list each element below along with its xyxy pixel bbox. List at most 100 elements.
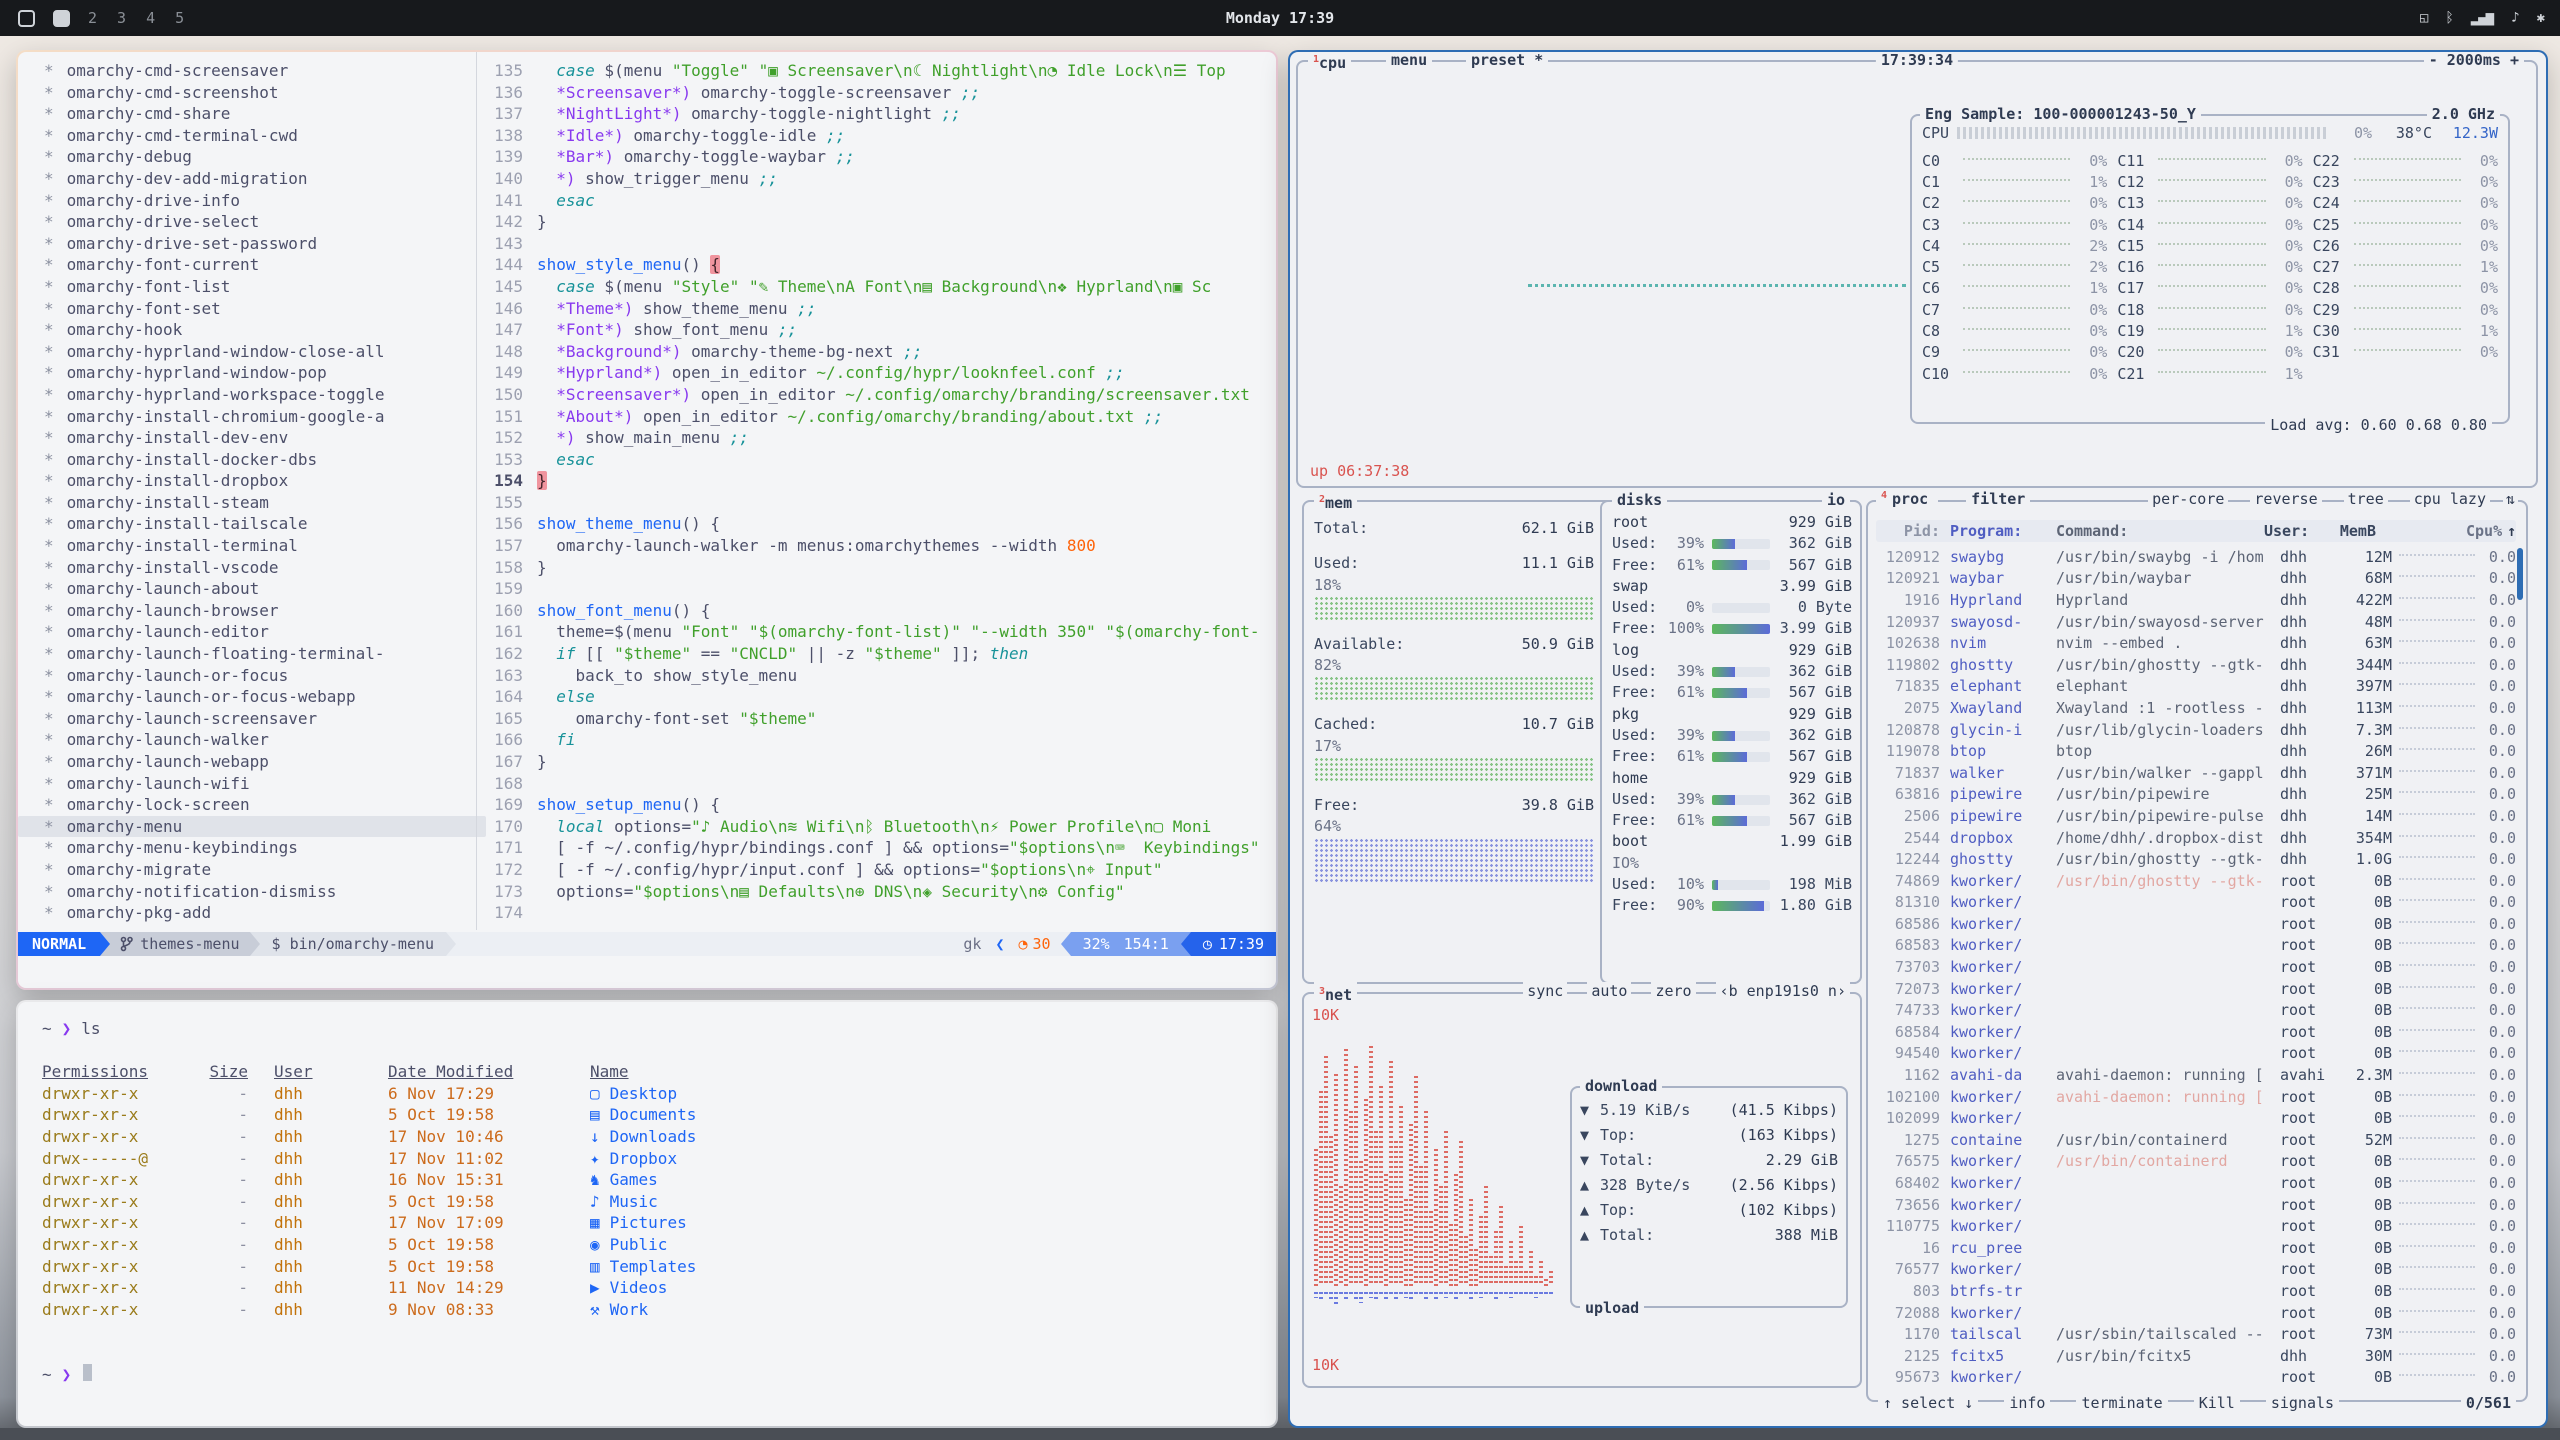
file-list-item[interactable]: *omarchy-migrate — [44, 859, 494, 881]
io-toggle[interactable]: io — [1822, 490, 1850, 510]
file-list-item[interactable]: *omarchy-cmd-share — [44, 103, 494, 125]
process-row[interactable]: 803btrfs-trroot0B0.0 — [1876, 1280, 2516, 1302]
file-list-item[interactable]: *omarchy-drive-info — [44, 190, 494, 212]
file-list-item[interactable]: *omarchy-dev-add-migration — [44, 168, 494, 190]
proc-option-per-core[interactable]: per-core — [2148, 490, 2228, 508]
file-list-item[interactable]: *omarchy-hyprland-window-close-all — [44, 341, 494, 363]
file-list-item[interactable]: *omarchy-launch-or-focus — [44, 665, 494, 687]
process-row[interactable]: 72088kworker/root0B0.0 — [1876, 1302, 2516, 1324]
process-row[interactable]: 68586kworker/root0B0.0 — [1876, 913, 2516, 935]
proc-header[interactable]: Pid:Program:Command:User:MemBCpu%↑ — [1876, 520, 2516, 542]
tab-preset[interactable]: preset * — [1466, 52, 1548, 70]
proc-footer-item[interactable]: info — [2004, 1394, 2050, 1412]
process-row[interactable]: 120912swaybg/usr/bin/swaybg -i /homdhh12… — [1876, 546, 2516, 568]
process-row[interactable]: 1916HyprlandHyprlanddhh422M0.0 — [1876, 589, 2516, 611]
file-list-item[interactable]: *omarchy-font-current — [44, 254, 494, 276]
process-row[interactable]: 16rcu_preeroot0B0.0 — [1876, 1237, 2516, 1259]
apps-icon[interactable]: ✱ — [2537, 10, 2544, 26]
file-list-item[interactable]: *omarchy-launch-screensaver — [44, 708, 494, 730]
workspace-active-icon[interactable] — [53, 10, 70, 27]
file-list-item[interactable]: *omarchy-launch-or-focus-webapp — [44, 686, 494, 708]
net-interface[interactable]: ‹b enp191s0 n› — [1716, 982, 1850, 1000]
proc-scrollbar[interactable] — [2517, 548, 2523, 600]
file-list-item[interactable]: *omarchy-cmd-terminal-cwd — [44, 125, 494, 147]
refresh-interval[interactable]: - 2000ms + — [2424, 52, 2524, 70]
process-row[interactable]: 73656kworker/root0B0.0 — [1876, 1194, 2516, 1216]
net-toggle-zero[interactable]: zero — [1651, 982, 1695, 1000]
process-row[interactable]: 71837walker/usr/bin/walker --gappldhh371… — [1876, 762, 2516, 784]
file-list-item[interactable]: *omarchy-pkg-add — [44, 902, 494, 924]
file-list-item[interactable]: *omarchy-hyprland-window-pop — [44, 362, 494, 384]
process-row[interactable]: 94540kworker/root0B0.0 — [1876, 1043, 2516, 1065]
process-row[interactable]: 95673kworker/root0B0.0 — [1876, 1367, 2516, 1389]
process-row[interactable]: 119078btopbtopdhh26M0.0 — [1876, 740, 2516, 762]
file-list-item[interactable]: *omarchy-font-list — [44, 276, 494, 298]
process-row[interactable]: 74733kworker/root0B0.0 — [1876, 999, 2516, 1021]
process-row[interactable]: 12244ghostty/usr/bin/ghostty --gtk-dhh1.… — [1876, 848, 2516, 870]
disks-title[interactable]: disks — [1612, 490, 1667, 510]
process-row[interactable]: 110775kworker/root0B0.0 — [1876, 1215, 2516, 1237]
prompt-line[interactable]: ~❯ — [42, 1364, 1276, 1386]
process-row[interactable]: 74869kworker//usr/bin/ghostty --gtk-root… — [1876, 870, 2516, 892]
file-list-item[interactable]: *omarchy-install-tailscale — [44, 513, 494, 535]
process-row[interactable]: 1275containe/usr/bin/containerdroot52M0.… — [1876, 1129, 2516, 1151]
file-list-item[interactable]: *omarchy-drive-select — [44, 211, 494, 233]
process-row[interactable]: 68402kworker/root0B0.0 — [1876, 1172, 2516, 1194]
workspace-5[interactable]: 5 — [175, 9, 184, 27]
file-list-item[interactable]: *omarchy-drive-set-password — [44, 233, 494, 255]
file-list-item[interactable]: *omarchy-install-dev-env — [44, 427, 494, 449]
proc-footer-item[interactable]: ↑ select ↓ — [1878, 1394, 1978, 1412]
proc-option-tree[interactable]: tree — [2344, 490, 2388, 508]
file-list-item[interactable]: *omarchy-launch-walker — [44, 729, 494, 751]
process-row[interactable]: 72073kworker/root0B0.0 — [1876, 978, 2516, 1000]
net-toggle-sync[interactable]: sync — [1523, 982, 1567, 1000]
bluetooth-icon[interactable]: ᛒ — [2445, 10, 2452, 26]
process-row[interactable]: 76577kworker/root0B0.0 — [1876, 1259, 2516, 1281]
proc-sort-mode[interactable]: cpu lazy — [2410, 490, 2490, 508]
process-row[interactable]: 119802ghostty/usr/bin/ghostty --gtk-dhh3… — [1876, 654, 2516, 676]
file-list-item[interactable]: *omarchy-install-docker-dbs — [44, 449, 494, 471]
file-list-item[interactable]: *omarchy-launch-about — [44, 578, 494, 600]
file-list-item[interactable]: *omarchy-font-set — [44, 298, 494, 320]
file-list-item[interactable]: *omarchy-menu — [18, 816, 486, 838]
process-row[interactable]: 2506pipewire/usr/bin/pipewire-pulsedhh14… — [1876, 805, 2516, 827]
process-row[interactable]: 71835elephantelephantdhh397M0.0 — [1876, 676, 2516, 698]
proc-sort-arrows[interactable]: ⇅ — [2503, 490, 2518, 508]
process-row[interactable]: 63816pipewire/usr/bin/pipewiredhh25M0.0 — [1876, 784, 2516, 806]
process-row[interactable]: 102099kworker/root0B0.0 — [1876, 1107, 2516, 1129]
file-list-item[interactable]: *omarchy-menu-keybindings — [44, 837, 494, 859]
proc-footer-item[interactable]: Kill — [2194, 1394, 2240, 1412]
process-row[interactable]: 81310kworker/root0B0.0 — [1876, 892, 2516, 914]
process-row[interactable]: 120937swayosd-/usr/bin/swayosd-serverdhh… — [1876, 611, 2516, 633]
screencast-icon[interactable]: ◱ — [2420, 10, 2427, 26]
file-list-item[interactable]: *omarchy-hyprland-workspace-toggle — [44, 384, 494, 406]
editor-file-list[interactable]: *omarchy-cmd-screensaver*omarchy-cmd-scr… — [18, 60, 494, 928]
file-list-item[interactable]: *omarchy-debug — [44, 146, 494, 168]
file-list-item[interactable]: *omarchy-launch-floating-terminal- — [44, 643, 494, 665]
proc-filter[interactable]: filter — [1966, 490, 2030, 508]
process-row[interactable]: 1170tailscal/usr/sbin/tailscaled --root7… — [1876, 1323, 2516, 1345]
process-row[interactable]: 76575kworker//usr/bin/containerdroot0B0.… — [1876, 1151, 2516, 1173]
file-list-item[interactable]: *omarchy-install-vscode — [44, 557, 494, 579]
workspace-2[interactable]: 2 — [88, 9, 97, 27]
file-list-item[interactable]: *omarchy-hook — [44, 319, 494, 341]
process-row[interactable]: 68584kworker/root0B0.0 — [1876, 1021, 2516, 1043]
proc-title[interactable]: 4proc — [1876, 490, 1938, 508]
file-list-item[interactable]: *omarchy-launch-wifi — [44, 773, 494, 795]
file-list-item[interactable]: *omarchy-install-steam — [44, 492, 494, 514]
process-row[interactable]: 102100kworker/avahi-daemon: running [roo… — [1876, 1086, 2516, 1108]
process-row[interactable]: 120921waybar/usr/bin/waybardhh68M0.0 — [1876, 568, 2516, 590]
file-list-item[interactable]: *omarchy-launch-browser — [44, 600, 494, 622]
process-row[interactable]: 120878glycin-i/usr/lib/glycin-loadersdhh… — [1876, 719, 2516, 741]
file-list-item[interactable]: *omarchy-launch-editor — [44, 621, 494, 643]
file-list-item[interactable]: *omarchy-cmd-screenshot — [44, 82, 494, 104]
process-row[interactable]: 68583kworker/root0B0.0 — [1876, 935, 2516, 957]
mem-title[interactable]: 2mem — [1314, 490, 1357, 513]
proc-footer-item[interactable]: signals — [2266, 1394, 2339, 1412]
net-toggle-auto[interactable]: auto — [1587, 982, 1631, 1000]
editor-code-pane[interactable]: 135 case $(menu "Toggle" "▣ Screensaver\… — [477, 60, 1274, 928]
workspace-1-icon[interactable] — [18, 10, 35, 27]
process-row[interactable]: 2075XwaylandXwayland :1 -rootless -dhh11… — [1876, 697, 2516, 719]
proc-option-reverse[interactable]: reverse — [2250, 490, 2321, 508]
file-list-item[interactable]: *omarchy-install-dropbox — [44, 470, 494, 492]
